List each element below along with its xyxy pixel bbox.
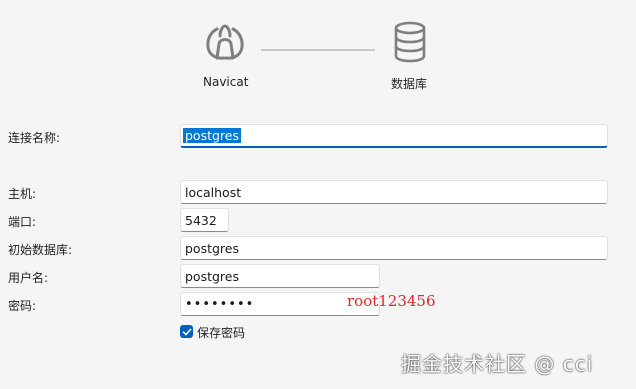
password-annotation: root123456 <box>347 292 436 310</box>
navicat-logo-icon <box>206 24 244 60</box>
connection-name-value: postgres <box>183 128 241 143</box>
initial-database-value: postgres <box>185 240 239 256</box>
port-label: 端口: <box>8 215 37 229</box>
step-connector-line <box>261 49 375 51</box>
navicat-caption: Navicat <box>203 75 249 89</box>
save-password-label[interactable]: 保存密码 <box>197 324 245 341</box>
host-value: localhost <box>185 184 242 200</box>
port-input[interactable]: 5432 <box>180 208 229 232</box>
password-mask: •••••••• <box>185 296 255 312</box>
checkmark-icon <box>182 328 191 335</box>
username-input[interactable]: postgres <box>180 264 380 288</box>
connection-name-label: 连接名称: <box>8 131 61 145</box>
initial-database-label: 初始数据库: <box>8 243 73 257</box>
watermark: 掘金技术社区 @ cci <box>401 352 594 376</box>
port-value: 5432 <box>185 212 217 228</box>
host-label: 主机: <box>8 187 37 201</box>
database-icon <box>394 21 426 63</box>
username-value: postgres <box>185 268 239 284</box>
database-caption: 数据库 <box>391 77 428 91</box>
save-password-checkbox[interactable] <box>180 325 193 338</box>
password-label: 密码: <box>8 299 37 313</box>
host-input[interactable]: localhost <box>180 180 608 204</box>
initial-database-input[interactable]: postgres <box>180 236 608 260</box>
username-label: 用户名: <box>8 271 49 285</box>
connection-name-input[interactable]: postgres <box>180 124 608 148</box>
